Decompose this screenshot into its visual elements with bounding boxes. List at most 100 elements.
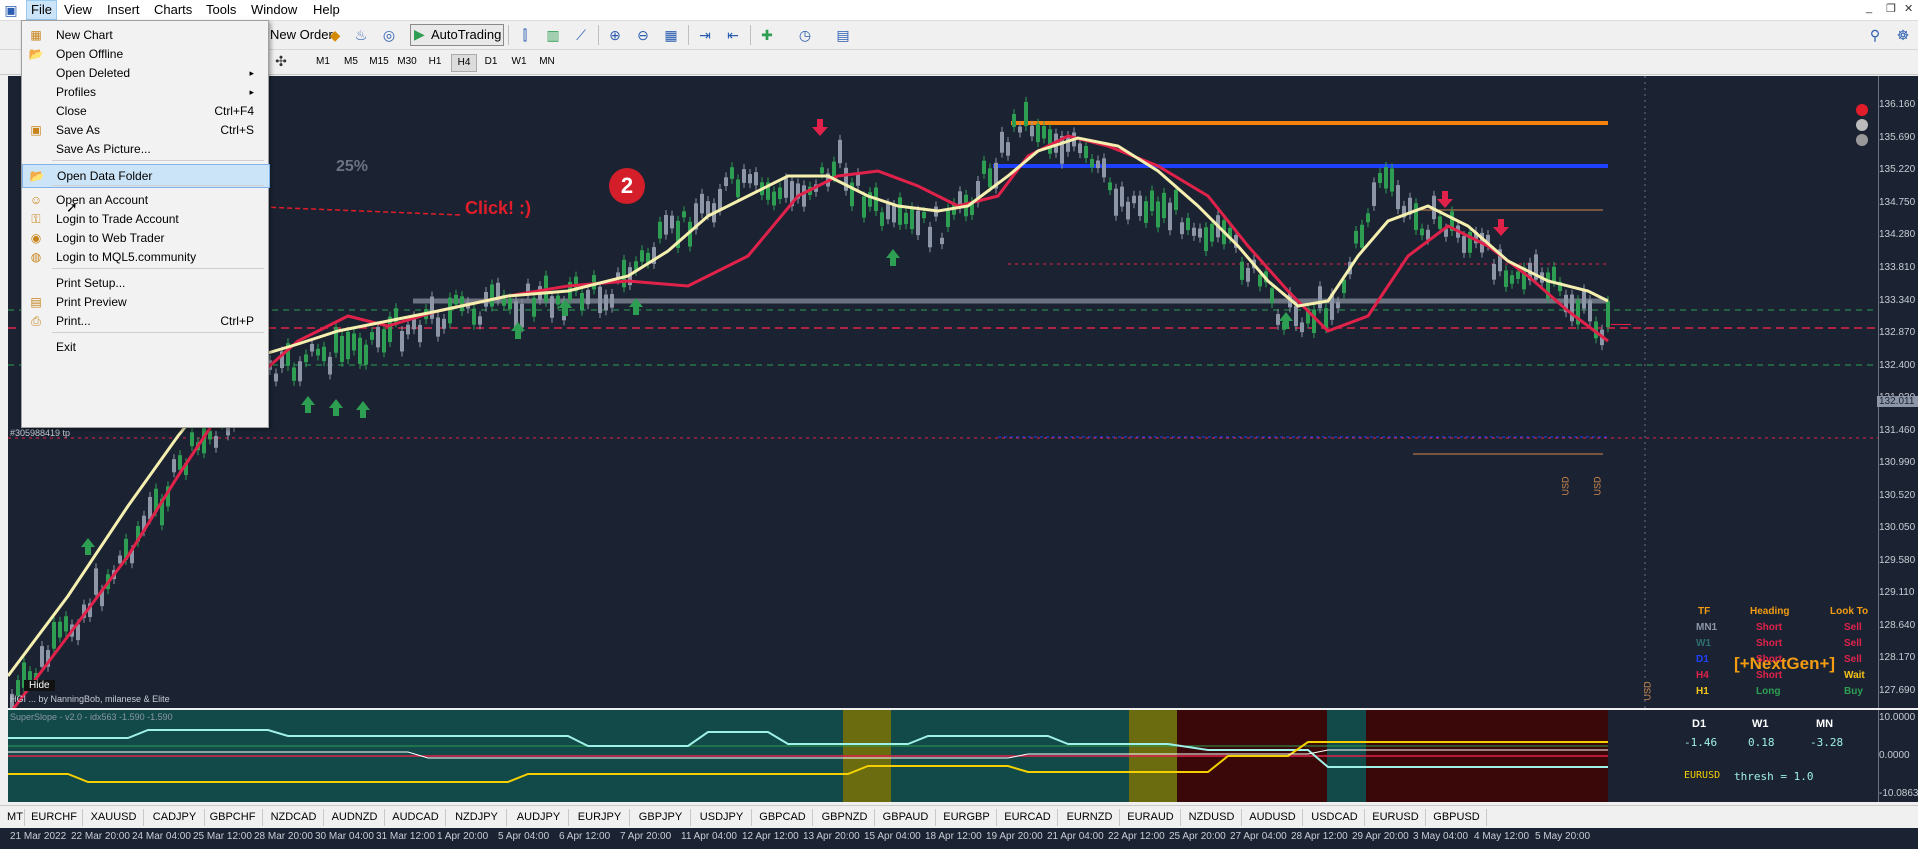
tf-m5[interactable]: M5 [339,54,363,70]
templates-icon[interactable]: ▤ [834,26,852,44]
symbol-tab-audcad[interactable]: AUDCAD [386,809,446,826]
dashboard-header-heading: Heading [1750,606,1790,617]
tf-d1[interactable]: D1 [479,54,503,70]
candle-body [370,332,374,340]
minimize-icon[interactable]: _ [1866,2,1872,14]
bar-chart-icon[interactable]: ⫿ [516,26,534,44]
file-menu-item-print[interactable]: ⎙ Print... Ctrl+P [22,310,268,332]
tf-m15[interactable]: M15 [367,54,391,70]
new-order-button[interactable]: New Order [270,24,333,46]
tf-m30[interactable]: M30 [395,54,419,70]
candle-body [910,207,914,230]
file-menu-item-save-as-picture[interactable]: Save As Picture... [22,138,268,160]
hide-button[interactable]: Hide [24,680,55,691]
symbol-tab-xauusd[interactable]: XAUUSD [84,809,144,826]
file-menu-item-exit[interactable]: Exit [22,336,268,358]
tf-w1[interactable]: W1 [507,54,531,70]
close-icon[interactable]: ✕ [1904,2,1913,15]
file-menu-item-login-to-mql5-community[interactable]: ◍ Login to MQL5.community [22,246,268,268]
menu-window[interactable]: Window [247,2,301,17]
price-tick: 130.520 [1879,490,1916,501]
candle-body [892,204,896,223]
crosshair-icon[interactable]: ✣ [272,52,290,70]
symbol-tab-nzdusd[interactable]: NZDUSD [1182,809,1242,826]
symbol-tab-cadjpy[interactable]: CADJPY [145,809,205,826]
symbol-tab-eurnzd[interactable]: EURNZD [1060,809,1120,826]
search-icon[interactable]: ⚲ [1866,26,1884,44]
zoom-out-icon[interactable]: ⊖ [634,26,652,44]
indicators-icon[interactable]: ✚ [758,26,776,44]
date-tick: 11 Apr 04:00 [681,831,737,842]
symbol-tab-audusd[interactable]: AUDUSD [1243,809,1303,826]
candle-body [1000,131,1004,153]
symbol-tab-gbpusd[interactable]: GBPUSD [1427,809,1487,826]
click-annotation-text: Click! :) [465,198,532,218]
dashboard-cell-heading: Long [1756,686,1781,697]
symbol-tab-eurchf[interactable]: EURCHF [26,809,83,826]
candle-body [358,337,362,364]
date-axis: 21 Mar 2022 22 Mar 20:00 24 Mar 04:00 25 Ma… [0,828,1918,849]
line-chart-icon[interactable]: ⟋ [572,26,590,44]
currency-tag-2: USD [1592,476,1603,496]
symbol-tab-euraud[interactable]: EURAUD [1121,809,1181,826]
symbol-tab-usdcad[interactable]: USDCAD [1305,809,1365,826]
symbol-tab-audnzd[interactable]: AUDNZD [325,809,385,826]
price-tick: 128.170 [1879,652,1916,663]
candle-body [598,286,602,314]
symbol-tab-nzdjpy[interactable]: NZDJPY [447,809,507,826]
zoom-in-icon[interactable]: ⊕ [606,26,624,44]
autotrading-button[interactable]: ▶ AutoTrading [410,24,504,46]
indicator-header-mn: MN [1816,718,1834,730]
chart-shift-icon[interactable]: ⇤ [724,26,742,44]
tf-m1[interactable]: M1 [311,54,335,70]
symbol-tab-gbpnzd[interactable]: GBPNZD [815,809,875,826]
date-tick: 5 Apr 04:00 [498,831,550,842]
menu-charts[interactable]: Charts [150,2,196,17]
candle-body [862,196,866,218]
symbol-tab-gbpjpy[interactable]: GBPJPY [631,809,691,826]
candle-body [298,361,302,382]
indicator-pane[interactable]: SuperSlope - v2.0 - idx563 -1.590 -1.590… [8,710,1878,802]
symbol-tab-gbpcad[interactable]: GBPCAD [753,809,813,826]
symbol-tab-usdjpy[interactable]: USDJPY [692,809,752,826]
menu-view[interactable]: View [60,2,96,17]
auto-scroll-icon[interactable]: ⇥ [696,26,714,44]
candle-body [820,167,824,174]
signals-icon[interactable]: ◎ [380,26,398,44]
candle-body [988,168,992,188]
date-tick: 15 Apr 04:00 [864,831,921,842]
price-chart[interactable]: 25% #305988419 tp HGI ... by NanningBob,… [8,76,1878,708]
symbol-tab-eurusd[interactable]: EURUSD [1366,809,1426,826]
price-tick: 135.220 [1879,164,1916,175]
menu-tools[interactable]: Tools [202,2,240,17]
symbol-tab-gbpaud[interactable]: GBPAUD [876,809,936,826]
candle-body [1108,182,1112,191]
menu-file[interactable]: File [26,0,57,20]
symbol-tab-eurjpy[interactable]: EURJPY [570,809,630,826]
symbol-tab-audjpy[interactable]: AUDJPY [509,809,569,826]
candle-body [310,343,314,352]
community-icon[interactable]: ☸ [1894,26,1912,44]
menu-insert[interactable]: Insert [103,2,144,17]
candle-body [448,297,452,324]
tf-h4[interactable]: H4 [451,54,477,72]
meta-editor-icon[interactable]: ♨ [352,26,370,44]
date-tick: 22 Mar 20:00 [71,831,130,842]
symbol-tab-eurgbp[interactable]: EURGBP [937,809,997,826]
tile-windows-icon[interactable]: ▦ [662,26,680,44]
candle-body [1396,185,1400,210]
candle-body [730,167,734,179]
candlestick-icon[interactable]: ▥ [544,26,562,44]
symbol-tab-gbpchf[interactable]: GBPCHF [203,809,263,826]
symbol-tab-nzdcad[interactable]: NZDCAD [264,809,324,826]
periods-icon[interactable]: ◷ [796,26,814,44]
tf-mn[interactable]: MN [535,54,559,70]
candle-body [460,296,464,312]
candle-body [94,568,98,595]
symbol-tab-eurcad[interactable]: EURCAD [998,809,1058,826]
menu-help[interactable]: Help [309,2,344,17]
gold-icon[interactable]: ◆ [326,26,344,44]
candle-body [982,160,986,174]
restore-icon[interactable]: ❐ [1886,2,1896,15]
tf-h1[interactable]: H1 [423,54,447,70]
